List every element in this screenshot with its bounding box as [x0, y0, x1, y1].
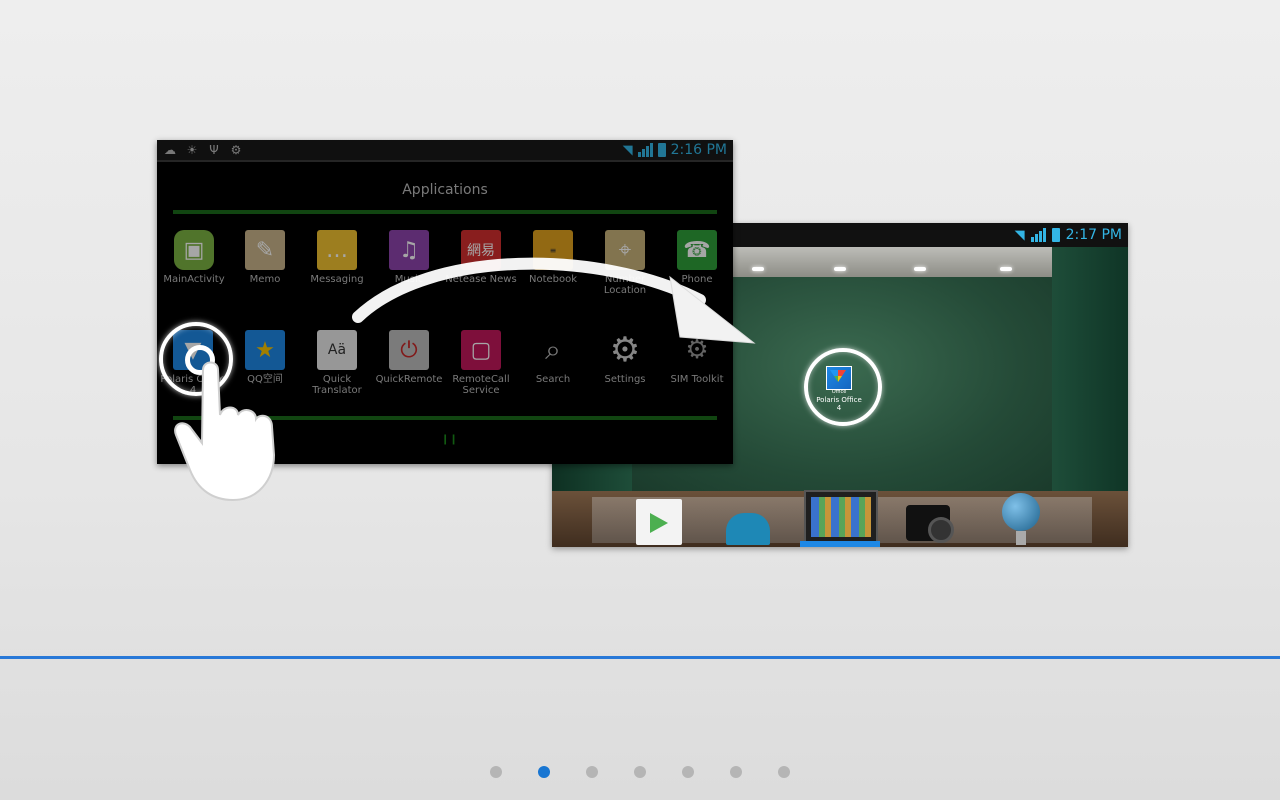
android-debug-icon: ⚙ — [230, 143, 242, 157]
app-memo[interactable]: ✎ Memo — [229, 230, 301, 285]
wifi-icon: ◥ — [1014, 227, 1025, 243]
globe-stand — [1016, 531, 1026, 545]
camera-icon[interactable] — [906, 505, 954, 543]
page-dot[interactable] — [490, 766, 502, 778]
status-bar: ☁ ☀ Ψ ⚙ ◥ 2:16 PM — [157, 140, 733, 162]
page-indicator: ❙❙ — [441, 434, 458, 445]
status-time: 2:17 PM — [1065, 227, 1122, 243]
app-label: Memo — [249, 274, 281, 285]
app-label: MainActivity — [163, 274, 225, 285]
app-mainactivity[interactable]: ▣ MainActivity — [158, 230, 230, 285]
ceiling-light — [914, 267, 926, 271]
battery-icon — [657, 143, 666, 157]
drag-arrow-icon — [352, 257, 756, 344]
weather-icon: ☀ — [186, 143, 198, 157]
room-right-wall — [1052, 247, 1128, 517]
ceiling-light — [1000, 267, 1012, 271]
page-dot[interactable] — [778, 766, 790, 778]
placed-app-label: Office Polaris Office 4 — [814, 388, 864, 412]
placed-app-office: Office — [831, 389, 847, 395]
battery-icon — [1051, 228, 1060, 242]
status-time: 2:16 PM — [670, 142, 727, 158]
app-label: Settings — [604, 374, 646, 385]
play-store-bag-icon[interactable] — [636, 499, 682, 545]
app-label: QuickRemote — [375, 374, 443, 385]
pagination-dots — [0, 766, 1280, 778]
memo-icon: ✎ — [245, 230, 285, 270]
signal-icon — [637, 143, 653, 157]
page-dot-active[interactable] — [538, 766, 550, 778]
divider — [173, 210, 717, 214]
page-dot[interactable] — [730, 766, 742, 778]
page-dot[interactable] — [682, 766, 694, 778]
weather-icon: ☁ — [164, 143, 176, 157]
hand-gesture-icon — [174, 361, 276, 502]
placed-app-name: Polaris Office 4 — [816, 396, 862, 412]
laptop-base — [800, 541, 880, 547]
signal-icon — [1030, 228, 1046, 242]
page-dot[interactable] — [634, 766, 646, 778]
android-icon: ▣ — [174, 230, 214, 270]
wifi-icon: ◥ — [622, 142, 633, 158]
app-label: SIM Toolkit — [670, 374, 724, 385]
usb-icon: Ψ — [209, 143, 219, 157]
polaris-office-icon[interactable] — [826, 366, 852, 390]
section-divider — [0, 656, 1280, 659]
mailbox-icon[interactable] — [726, 513, 770, 545]
globe-icon[interactable] — [1002, 493, 1040, 531]
app-label: Search — [535, 374, 571, 385]
app-label: RemoteCall Service — [452, 374, 510, 396]
app-label: Quick Translator — [312, 374, 362, 396]
laptop-icon[interactable] — [804, 490, 878, 544]
page-dot[interactable] — [586, 766, 598, 778]
drawer-title: Applications — [402, 182, 488, 198]
ceiling-light — [834, 267, 846, 271]
